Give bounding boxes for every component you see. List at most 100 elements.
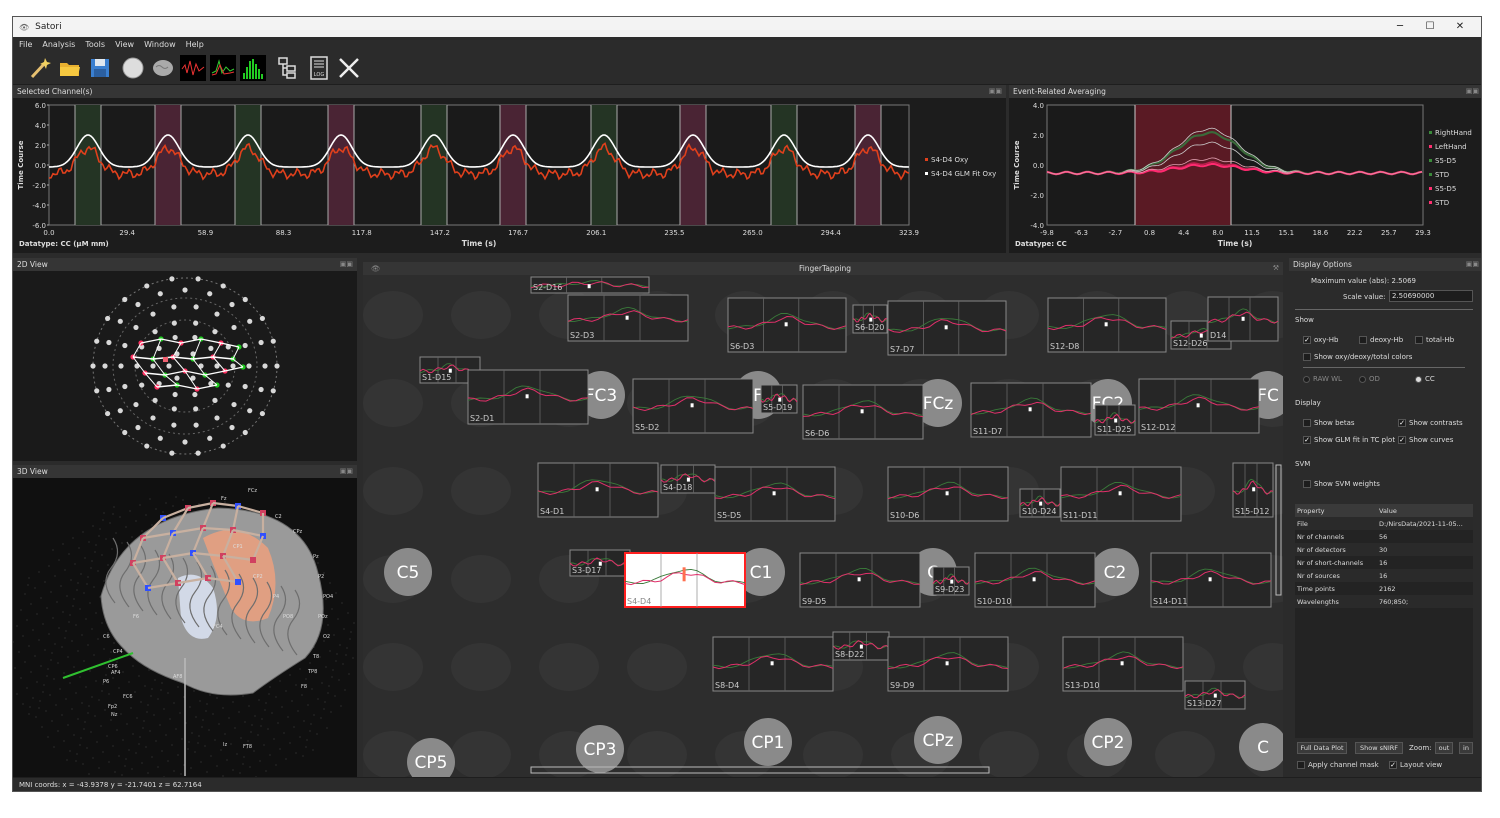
checkbox-unchecked-icon[interactable] xyxy=(1415,336,1423,344)
show-curves-checkbox[interactable]: ✓ Show curves xyxy=(1398,436,1453,444)
x-tick-label: -2.7 xyxy=(1109,229,1123,237)
show-colors-checkbox[interactable]: Show oxy/deoxy/total colors xyxy=(1303,353,1412,361)
checkbox-checked-icon[interactable]: ✓ xyxy=(1398,436,1406,444)
head-point xyxy=(103,580,105,582)
table-row[interactable]: Wavelengths 760;850; xyxy=(1295,595,1473,608)
zoom-in-button[interactable]: in xyxy=(1459,742,1473,754)
head-point xyxy=(63,740,65,742)
electrode-dot xyxy=(133,324,139,331)
show-snirf-button[interactable]: Show sNIRF xyxy=(1355,742,1403,754)
time-course-chart[interactable]: 6.04.02.00.0-2.0-4.0-6.00.0 29.4 58.9 88.3 1… xyxy=(13,98,1006,253)
table-row[interactable]: File D:/NirsData/2021-11-05... xyxy=(1295,517,1473,530)
cc-radio[interactable]: CC xyxy=(1415,375,1435,383)
od-radio[interactable]: OD xyxy=(1359,375,1380,383)
channel-label: S9-D23 xyxy=(935,585,964,594)
head-point xyxy=(132,665,134,667)
total-hb-checkbox[interactable]: total-Hb xyxy=(1415,336,1454,344)
checkbox-unchecked-icon[interactable] xyxy=(1297,761,1305,769)
head-point xyxy=(265,770,267,772)
panel-undock-icon[interactable]: ▣▣ xyxy=(1466,85,1479,98)
zoom-out-button[interactable]: out xyxy=(1435,742,1453,754)
menu-analysis[interactable]: Analysis xyxy=(42,40,75,49)
electrode-label: CPz xyxy=(293,529,303,535)
show-glm-fit-checkbox[interactable]: ✓ Show GLM fit in TC plot xyxy=(1303,436,1395,444)
radio-off-icon[interactable] xyxy=(1359,375,1366,383)
save-icon[interactable] xyxy=(87,55,113,81)
log-icon[interactable]: LOG xyxy=(306,55,332,81)
electrode-label: Fz xyxy=(221,496,227,502)
brain-3d-view[interactable]: FzFCzC2CP1CPzPzP2PO4POzFC4F6C6CP4CP6P6FT… xyxy=(13,478,357,778)
full-data-plot-button[interactable]: Full Data Plot xyxy=(1297,742,1347,754)
scale-value-input[interactable]: 2.50690000 xyxy=(1389,290,1473,302)
panel-undock-icon[interactable]: ▣▣ xyxy=(1466,258,1479,271)
show-contrasts-label: Show contrasts xyxy=(1409,419,1463,427)
checkbox-unchecked-icon[interactable] xyxy=(1359,336,1367,344)
table-row[interactable]: Nr of short-channels 16 xyxy=(1295,556,1473,569)
show-contrasts-checkbox[interactable]: ✓ Show contrasts xyxy=(1398,419,1463,427)
signal-green-icon[interactable] xyxy=(210,55,236,81)
minimize-button[interactable]: ─ xyxy=(1385,17,1415,37)
wand-icon[interactable] xyxy=(27,55,53,81)
head-2d-icon[interactable] xyxy=(120,55,146,81)
table-row[interactable]: Nr of channels 56 xyxy=(1295,530,1473,543)
head-point xyxy=(249,766,251,768)
open-folder-icon[interactable] xyxy=(57,55,83,81)
table-row[interactable]: Nr of sources 16 xyxy=(1295,569,1473,582)
panel-undock-icon[interactable]: ▣▣ xyxy=(340,258,353,271)
checkbox-checked-icon[interactable]: ✓ xyxy=(1389,761,1397,769)
radio-on-icon[interactable] xyxy=(1415,375,1422,383)
apply-channel-mask-checkbox[interactable]: Apply channel mask xyxy=(1297,761,1379,769)
channel-link xyxy=(160,338,182,344)
log-icon-label: LOG xyxy=(314,72,325,78)
menu-window[interactable]: Window xyxy=(144,40,176,49)
head-point xyxy=(279,680,281,682)
radio-off-icon[interactable] xyxy=(1303,375,1310,383)
tools-icon[interactable] xyxy=(336,55,362,81)
channel-layout-view[interactable]: FC3FCzFC2FCC5C1C2CCP5CP3CP1CPzCP2CFS2-D1… xyxy=(363,275,1283,777)
head-point xyxy=(295,684,297,686)
show-betas-checkbox[interactable]: Show betas xyxy=(1303,419,1355,427)
head-point xyxy=(86,747,88,749)
deoxy-hb-checkbox[interactable]: deoxy-Hb xyxy=(1359,336,1403,344)
head-2d-map[interactable] xyxy=(13,271,357,461)
signal-red-icon[interactable] xyxy=(180,55,206,81)
head-point xyxy=(42,623,44,625)
checkbox-checked-icon[interactable]: ✓ xyxy=(1398,419,1406,427)
head-point xyxy=(257,734,259,736)
oxy-hb-checkbox[interactable]: ✓ oxy-Hb xyxy=(1303,336,1338,344)
layout-settings-icon[interactable]: ⚒ xyxy=(1273,262,1279,275)
histogram-icon[interactable] xyxy=(240,55,266,81)
table-row[interactable]: Nr of detectors 30 xyxy=(1295,543,1473,556)
checkbox-unchecked-icon[interactable] xyxy=(1303,480,1311,488)
electrode-dot xyxy=(152,397,158,404)
menu-file[interactable]: File xyxy=(19,40,32,49)
menu-tools[interactable]: Tools xyxy=(85,40,105,49)
close-button[interactable]: ✕ xyxy=(1445,17,1475,37)
electrode-label: CPz xyxy=(922,731,953,751)
channel-link xyxy=(192,338,202,360)
era-chart[interactable]: 4.02.00.0-2.0-4.0-9.8 -6.3 -2.7 0.8 4.4 8.0 11… xyxy=(1009,98,1482,253)
table-row[interactable]: Time points 2162 xyxy=(1295,582,1473,595)
head-point xyxy=(180,773,182,775)
checkbox-unchecked-icon[interactable] xyxy=(1303,353,1311,361)
maximize-button[interactable]: ☐ xyxy=(1415,17,1445,37)
menu-help[interactable]: Help xyxy=(186,40,204,49)
show-svm-weights-checkbox[interactable]: Show SVM weights xyxy=(1303,480,1380,488)
brain-icon[interactable] xyxy=(150,55,176,81)
checkbox-unchecked-icon[interactable] xyxy=(1303,419,1311,427)
checkbox-checked-icon[interactable]: ✓ xyxy=(1303,436,1311,444)
checkbox-checked-icon[interactable]: ✓ xyxy=(1303,336,1311,344)
head-point xyxy=(316,733,318,735)
head-point xyxy=(81,702,83,704)
electrode-label: TP8 xyxy=(307,669,317,675)
toolbar: LOG xyxy=(13,51,1481,85)
layout-eye-icon[interactable]: 👁 xyxy=(371,262,381,275)
layout-view-checkbox[interactable]: ✓ Layout view xyxy=(1389,761,1442,769)
head-point xyxy=(337,618,339,620)
head-point xyxy=(66,595,68,597)
menu-view[interactable]: View xyxy=(115,40,134,49)
hierarchy-icon[interactable] xyxy=(275,55,301,81)
raw-wl-radio[interactable]: RAW WL xyxy=(1303,375,1342,383)
panel-undock-icon[interactable]: ▣▣ xyxy=(340,465,353,478)
panel-undock-icon[interactable]: ▣▣ xyxy=(989,85,1002,98)
